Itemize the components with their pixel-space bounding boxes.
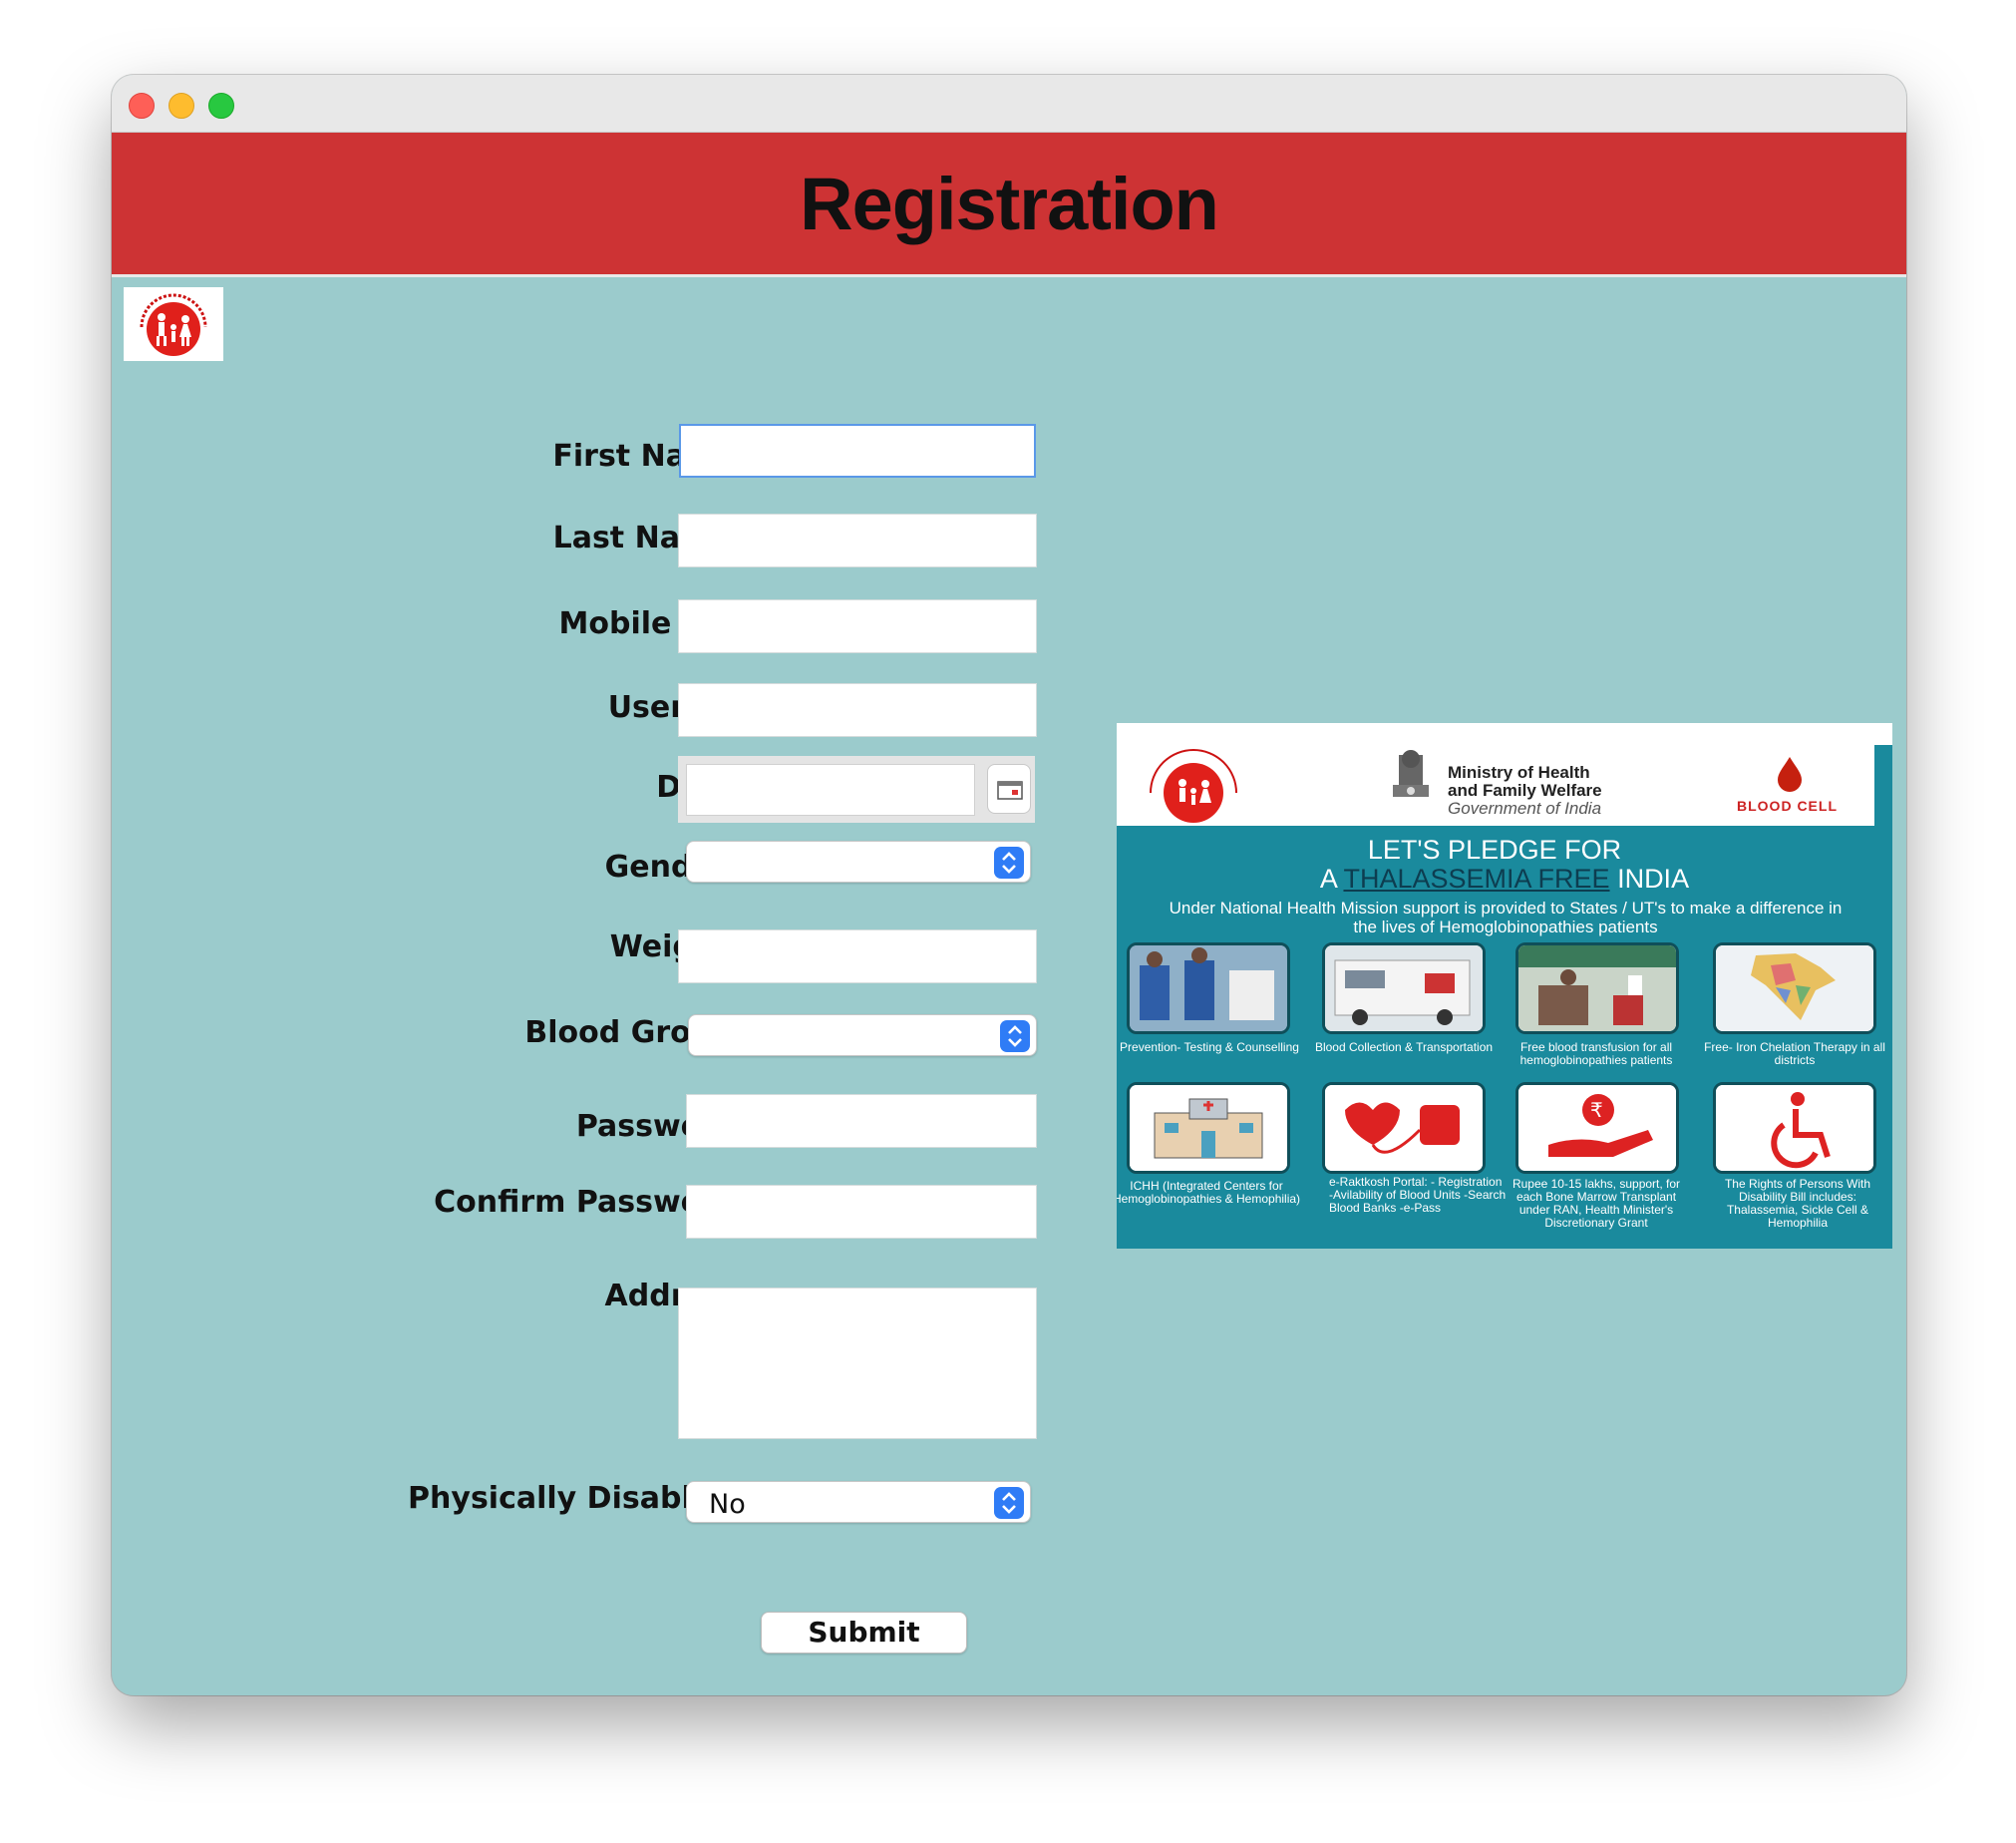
svg-text:₹: ₹ <box>1590 1098 1603 1122</box>
dob-picker <box>678 756 1035 823</box>
ministry-text: Ministry of Health and Family Welfare Go… <box>1448 763 1602 818</box>
caption-transfusion: Free blood transfusion for all hemoglobi… <box>1519 1040 1673 1067</box>
select-arrows-icon <box>994 847 1024 879</box>
blood-cell-label: BLOOD CELL <box>1737 798 1838 814</box>
tile-transfusion <box>1515 942 1679 1034</box>
tile-ichh <box>1127 1082 1290 1174</box>
last-name-input[interactable] <box>678 514 1037 567</box>
address-textarea[interactable] <box>678 1288 1037 1439</box>
nhm-logo <box>1150 749 1237 823</box>
tile-disability <box>1713 1082 1876 1174</box>
dob-input[interactable] <box>686 764 975 816</box>
physically-disabled-label: Physically Disabled : <box>408 1481 756 1516</box>
caption-chelation: Free- Iron Chelation Therapy in all dist… <box>1704 1040 1885 1067</box>
calendar-button[interactable] <box>987 764 1031 814</box>
blood-group-select[interactable] <box>688 1014 1037 1056</box>
physically-disabled-select[interactable]: No <box>686 1481 1031 1523</box>
page-title: Registration <box>800 162 1219 245</box>
caption-disability: The Rights of Persons With Disability Bi… <box>1724 1177 1871 1230</box>
select-arrows-icon <box>1000 1020 1030 1052</box>
poster-header: Ministry of Health and Family Welfare Go… <box>1117 723 1874 826</box>
password-input[interactable] <box>686 1094 1037 1148</box>
caption-ichh: ICHH (Integrated Centers for Hemoglobino… <box>1117 1179 1301 1206</box>
tile-testing <box>1127 942 1290 1034</box>
caption-eraktkosh: e-Raktkosh Portal: - Registration -Avila… <box>1329 1175 1507 1215</box>
pledge-line1: LET'S PLEDGE FOR <box>1367 835 1622 865</box>
header-banner: Registration <box>112 133 1906 277</box>
weight-input[interactable] <box>678 929 1037 983</box>
zoom-window-button[interactable] <box>208 93 234 119</box>
poster-strip <box>1874 745 1892 826</box>
first-name-input[interactable] <box>679 424 1036 478</box>
tile-blood-van <box>1322 942 1486 1034</box>
pledge-line2: A THALASSEMIA FREE INDIA <box>1319 864 1690 894</box>
caption-testing: Prevention- Testing & Counselling <box>1120 1040 1299 1054</box>
tile-eraktkosh <box>1322 1082 1486 1174</box>
submit-button[interactable]: Submit <box>761 1612 967 1654</box>
close-window-button[interactable] <box>129 93 155 119</box>
nhm-logo <box>124 287 223 361</box>
user-id-input[interactable] <box>678 683 1037 737</box>
tile-rupee-support: ₹ <box>1515 1082 1679 1174</box>
select-arrows-icon <box>994 1487 1024 1519</box>
national-emblem <box>1393 750 1429 797</box>
caption-rupee: Rupee 10-15 lakhs, support, for each Bon… <box>1512 1177 1681 1230</box>
blood-drop-icon <box>1778 757 1802 792</box>
support-text: Under National Health Mission support is… <box>1169 899 1843 936</box>
thalassemia-poster: Ministry of Health and Family Welfare Go… <box>1117 723 1892 1249</box>
caption-collection: Blood Collection & Transportation <box>1314 1040 1494 1054</box>
mobile-input[interactable] <box>678 599 1037 653</box>
title-bar <box>112 75 1906 133</box>
minimize-window-button[interactable] <box>168 93 194 119</box>
gender-select[interactable] <box>686 841 1031 883</box>
tile-india-map <box>1713 942 1876 1034</box>
confirm-password-input[interactable] <box>686 1185 1037 1239</box>
app-window: Registration First Name : Last Name : Mo… <box>112 75 1906 1695</box>
calendar-icon <box>997 781 1023 800</box>
